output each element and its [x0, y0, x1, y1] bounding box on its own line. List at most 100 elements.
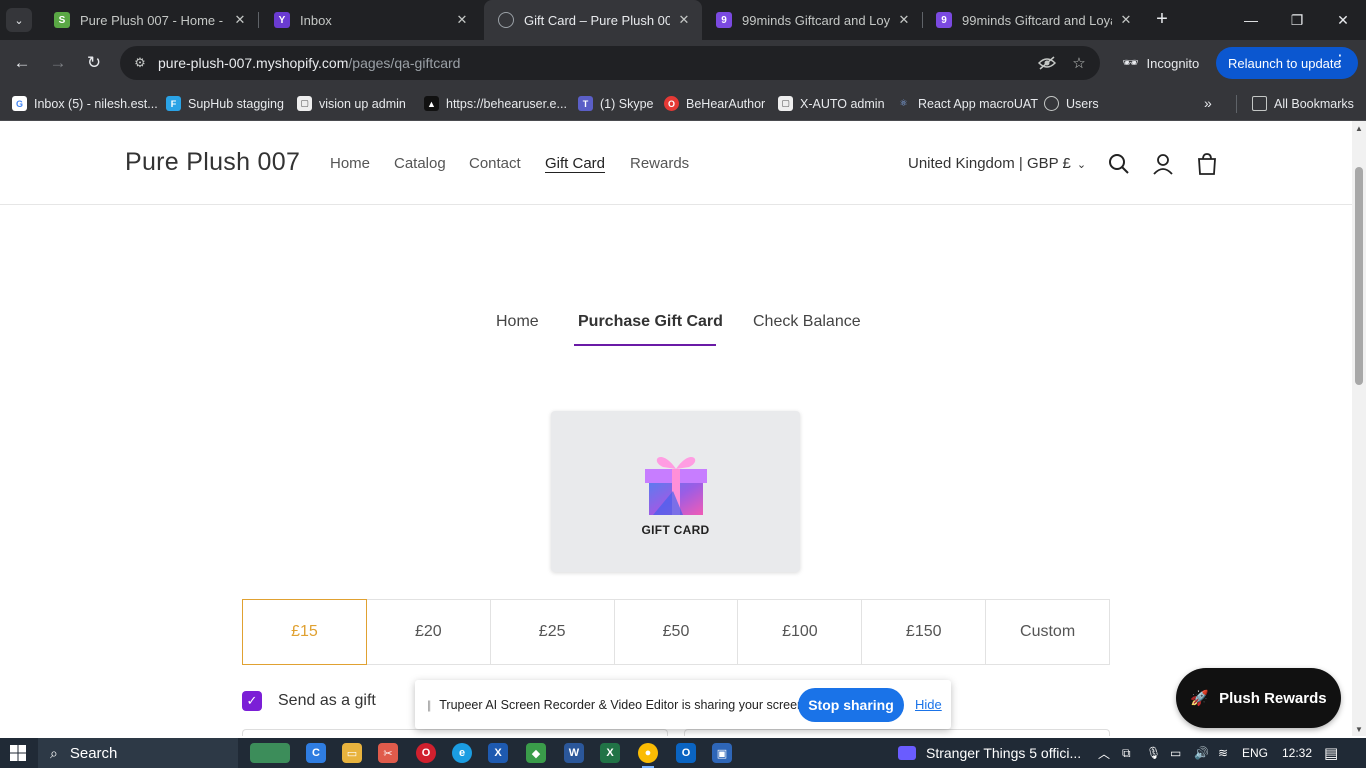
recipient-input[interactable] [684, 729, 1110, 736]
address-bar[interactable]: ⚙ pure-plush-007.myshopify.com/pages/qa-… [120, 46, 1100, 80]
page-scrollbar[interactable]: ▲ ▼ [1352, 121, 1366, 736]
incognito-indicator[interactable]: 🕶 Incognito [1112, 49, 1209, 77]
bookmark-react-app[interactable]: ⚛ React App macroUAT [896, 86, 1038, 121]
battery-icon[interactable]: ▭ [1170, 738, 1181, 768]
minimize-icon[interactable]: — [1228, 0, 1274, 40]
nav-gift-card[interactable]: Gift Card [545, 155, 605, 172]
gc-tab-check-balance[interactable]: Check Balance [753, 313, 861, 331]
clock[interactable]: 12:32 [1282, 738, 1312, 768]
windows-start-icon[interactable] [10, 745, 26, 761]
store-logo[interactable]: Pure Plush 007 [125, 148, 300, 177]
country-currency-selector[interactable]: United Kingdom | GBP £ ⌄ [908, 155, 1086, 172]
tray-overflow-icon[interactable]: ︿ [1098, 738, 1110, 768]
bookmark-star-icon[interactable]: ☆ [1064, 46, 1094, 80]
close-icon[interactable]: ✕ [454, 12, 470, 28]
incognito-icon: 🕶 [1122, 55, 1139, 70]
close-icon[interactable]: ✕ [896, 12, 912, 28]
all-bookmarks[interactable]: All Bookmarks [1252, 86, 1354, 121]
wifi-icon[interactable]: ≋ [1218, 738, 1228, 768]
reload-button[interactable]: ↻ [80, 49, 108, 77]
plush-rewards-button[interactable]: 🚀 Plush Rewards [1176, 668, 1341, 728]
amount-option-150[interactable]: £150 [862, 600, 987, 664]
excel-icon[interactable]: X [600, 743, 620, 763]
screen-share-message: Trupeer AI Screen Recorder & Video Edito… [439, 697, 808, 712]
amount-option-100[interactable]: £100 [738, 600, 863, 664]
rocket-icon: 🚀 [1190, 690, 1210, 707]
account-icon[interactable] [1150, 151, 1176, 177]
tab-inbox[interactable]: Y Inbox ✕ [260, 0, 480, 40]
tab-shopify-home[interactable]: S Pure Plush 007 - Home - Shopify ✕ [40, 0, 258, 40]
landscape-widget-icon[interactable] [250, 743, 290, 763]
bookmark-users[interactable]: Users [1044, 86, 1099, 121]
sticky-app-icon[interactable]: ◆ [526, 743, 546, 763]
amount-option-custom[interactable]: Custom [986, 600, 1109, 664]
cart-icon[interactable] [1194, 151, 1220, 177]
tab-search-button[interactable]: ⌄ [6, 8, 32, 32]
amount-option-20[interactable]: £20 [367, 600, 491, 664]
forward-button[interactable]: → [44, 49, 72, 77]
file-explorer-icon[interactable]: ▭ [342, 743, 362, 763]
scroll-up-icon[interactable]: ▲ [1355, 124, 1363, 133]
taskbar-media-widget[interactable]: Stranger Things 5 offici... [898, 738, 1081, 768]
amount-option-15[interactable]: £15 [242, 599, 367, 665]
relaunch-to-update-button[interactable]: Relaunch to update ⋮ [1216, 47, 1358, 79]
drag-handle-icon[interactable]: || [427, 698, 431, 712]
edge-icon[interactable]: e [452, 743, 472, 763]
bookmark-behearauthor[interactable]: O BeHearAuthor [664, 86, 765, 121]
bookmark-skype[interactable]: T (1) Skype [578, 86, 654, 121]
back-button[interactable]: ← [8, 49, 36, 77]
opera-icon[interactable]: O [416, 743, 436, 763]
amount-option-50[interactable]: £50 [615, 600, 739, 664]
snipping-tool-icon[interactable]: ✂ [378, 743, 398, 763]
close-icon[interactable]: ✕ [1118, 12, 1134, 28]
scroll-down-icon[interactable]: ▼ [1355, 725, 1363, 734]
scrollbar-thumb[interactable] [1355, 167, 1363, 385]
recipient-input[interactable] [242, 729, 668, 736]
word-icon[interactable]: W [564, 743, 584, 763]
tray-app-icon[interactable]: ⧉ [1122, 738, 1131, 768]
menu-dots-icon[interactable]: ⋮ [1332, 53, 1348, 71]
tab-gift-card[interactable]: Gift Card – Pure Plush 007 ✕ [484, 0, 702, 40]
bookmarks-overflow-icon[interactable]: » [1204, 95, 1212, 111]
url-host: pure-plush-007.myshopify.com [158, 55, 349, 71]
chrome-icon[interactable]: ● [638, 743, 658, 768]
app-icon[interactable]: X [488, 743, 508, 763]
eye-off-icon[interactable] [1032, 46, 1062, 80]
remote-desktop-icon[interactable]: ▣ [712, 743, 732, 763]
gc-tab-purchase[interactable]: Purchase Gift Card [578, 313, 723, 331]
new-tab-button[interactable]: + [1150, 8, 1174, 32]
notifications-icon[interactable]: ▤ [1324, 738, 1338, 768]
tab-99minds-2[interactable]: 9 99minds Giftcard and Loyalty ✕ [922, 0, 1144, 40]
bookmark-behearuser[interactable]: ▲ https://behearuser.e... [424, 86, 567, 121]
volume-icon[interactable]: 🔊 [1194, 738, 1209, 768]
close-icon[interactable]: ✕ [232, 12, 248, 28]
flutter-icon: F [166, 96, 181, 111]
send-as-gift-checkbox[interactable]: ✓ [242, 691, 262, 711]
amount-option-25[interactable]: £25 [491, 600, 615, 664]
bookmark-vision-up[interactable]: ▢ vision up admin [297, 86, 406, 121]
browser-tab-strip: ⌄ S Pure Plush 007 - Home - Shopify ✕ Y … [0, 0, 1366, 40]
nav-catalog[interactable]: Catalog [394, 155, 446, 172]
search-icon[interactable] [1106, 151, 1132, 177]
stop-sharing-button[interactable]: Stop sharing [798, 688, 904, 722]
bookmark-suphub[interactable]: F SupHub stagging [166, 86, 284, 121]
gc-tab-home[interactable]: Home [496, 313, 539, 331]
nav-home[interactable]: Home [330, 155, 370, 172]
microphone-icon[interactable]: 🎙 [1146, 738, 1161, 768]
tab-99minds-1[interactable]: 9 99minds Giftcard and Loyalty ✕ [702, 0, 922, 40]
page-icon: ▢ [778, 96, 793, 111]
globe-icon [498, 12, 514, 28]
nav-contact[interactable]: Contact [469, 155, 521, 172]
bookmark-inbox[interactable]: G Inbox (5) - nilesh.est... [12, 86, 158, 121]
copilot-icon[interactable]: C [306, 743, 326, 763]
window-close-icon[interactable]: ✕ [1320, 0, 1366, 40]
taskbar-search[interactable]: ⌕ Search [38, 738, 238, 768]
hide-banner-link[interactable]: Hide [915, 697, 942, 712]
close-icon[interactable]: ✕ [676, 12, 692, 28]
restore-icon[interactable]: ❐ [1274, 0, 1320, 40]
site-info-icon[interactable]: ⚙ [126, 55, 154, 71]
bookmark-x-auto[interactable]: ▢ X-AUTO admin [778, 86, 885, 121]
nav-rewards[interactable]: Rewards [630, 155, 689, 172]
language-indicator[interactable]: ENG [1242, 738, 1268, 768]
outlook-icon[interactable]: O [676, 743, 696, 763]
